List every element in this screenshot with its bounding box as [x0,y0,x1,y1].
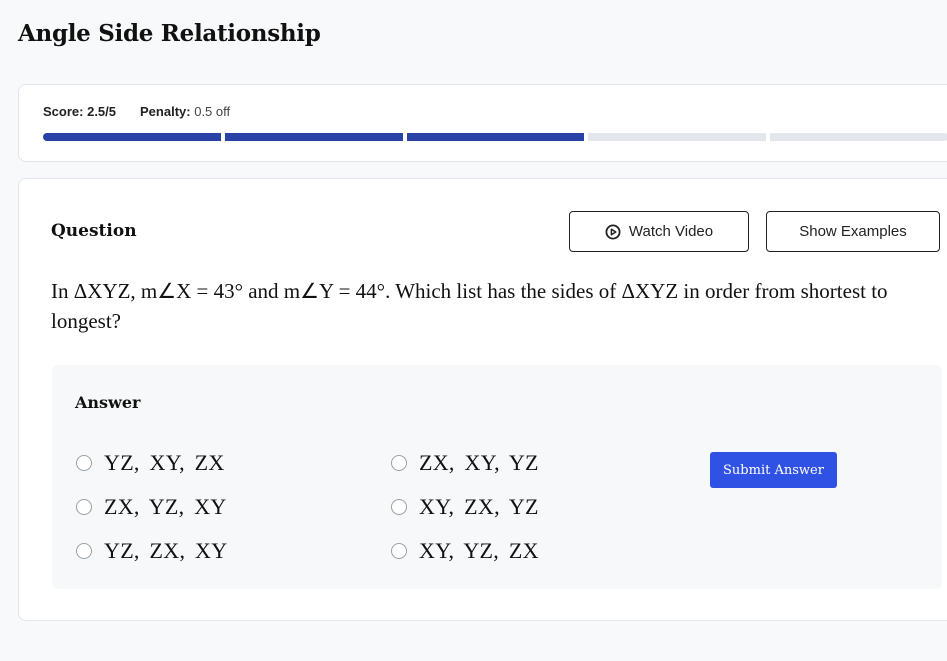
answer-option-label: XY, ZX, YZ [419,494,539,519]
radio-button[interactable] [391,543,407,559]
progress-segment-filled [224,133,403,141]
answer-option[interactable]: YZ, XY, ZX [76,450,225,476]
score-progress-bar [43,133,947,141]
penalty-value: 0.5 off [194,104,231,119]
play-circle-icon [605,224,621,240]
watch-video-label: Watch Video [628,223,714,240]
question-text: In ΔXYZ, m∠X = 43° and m∠Y = 44°. Which … [51,279,888,333]
question-card: Question Watch Video Show Examples In ΔX… [18,178,947,621]
show-examples-button[interactable]: Show Examples [766,211,940,252]
submit-answer-button[interactable]: Submit Answer [710,452,837,488]
question-heading: Question [51,221,137,241]
score-card: Score: 2.5/5 Penalty: 0.5 off [18,84,947,162]
answer-heading: Answer [75,393,141,412]
progress-segment-empty [588,133,767,141]
score-label: Score: [43,104,84,119]
penalty-label: Penalty: [140,104,191,119]
page-title: Angle Side Relationship [18,20,321,47]
answer-option[interactable]: ZX, XY, YZ [391,450,539,476]
score-display: Score: 2.5/5 [43,104,116,119]
answer-option[interactable]: XY, YZ, ZX [391,538,539,564]
radio-button[interactable] [391,499,407,515]
answer-option-label: ZX, YZ, XY [104,494,227,519]
answer-option-label: XY, YZ, ZX [419,538,539,563]
answer-option[interactable]: YZ, ZX, XY [76,538,227,564]
answer-option[interactable]: ZX, YZ, XY [76,494,227,520]
answer-option[interactable]: XY, ZX, YZ [391,494,539,520]
radio-button[interactable] [391,455,407,471]
score-value: 2.5/5 [87,104,117,119]
answer-section: Answer YZ, XY, ZX ZX, XY, YZ ZX, YZ, XY … [52,365,942,589]
answer-option-label: YZ, XY, ZX [104,450,225,475]
radio-button[interactable] [76,455,92,471]
answer-option-label: YZ, ZX, XY [104,538,228,563]
progress-segment-filled [406,133,585,141]
radio-button[interactable] [76,543,92,559]
answer-option-label: ZX, XY, YZ [419,450,539,475]
radio-button[interactable] [76,499,92,515]
progress-segment-empty [770,133,947,141]
penalty-display: Penalty: 0.5 off [140,104,230,119]
watch-video-button[interactable]: Watch Video [569,211,749,252]
progress-segment-filled [43,133,221,141]
score-line: Score: 2.5/5 Penalty: 0.5 off [43,104,230,119]
